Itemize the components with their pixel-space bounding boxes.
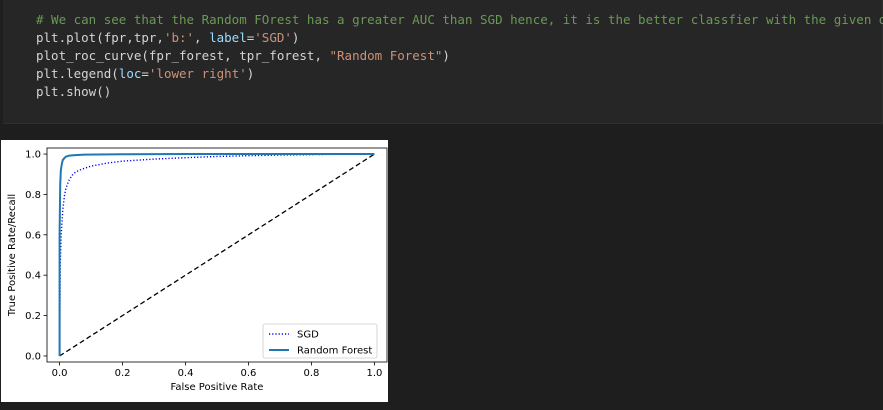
x-axis-label: False Positive Rate: [171, 382, 264, 393]
code-token: ): [246, 66, 255, 81]
y-tick-label: 1.0: [25, 150, 41, 161]
code-token: label: [209, 30, 247, 45]
code-token: plt.plot(fpr,tpr,: [36, 30, 164, 45]
code-token: ): [291, 30, 300, 45]
x-tick-label: 1.0: [366, 368, 382, 379]
code-token: ,: [194, 30, 210, 45]
code-token: 'b:': [163, 30, 195, 45]
code-token: 'lower right': [148, 66, 247, 81]
code-token: "Random Forest": [329, 48, 443, 63]
y-tick-label: 0.8: [25, 190, 41, 201]
code-line: plt.plot(fpr,tpr,'b:', label='SGD'): [36, 29, 299, 47]
y-tick-label: 0.2: [25, 311, 41, 322]
y-tick-label: 0.6: [25, 230, 41, 241]
code-line: plt.legend(loc='lower right'): [36, 65, 254, 83]
code-line: plt.show(): [36, 83, 111, 101]
code-token: plot_roc_curve(fpr_forest, tpr_forest,: [36, 48, 330, 63]
code-token: 'SGD': [254, 30, 292, 45]
x-tick-label: 0.2: [115, 368, 131, 379]
x-tick-label: 0.0: [52, 368, 68, 379]
code-line: plot_roc_curve(fpr_forest, tpr_forest, "…: [36, 47, 450, 65]
y-axis-label: True Positive Rate/Recall: [7, 194, 18, 317]
code-line: # We can see that the Random FOrest has …: [36, 11, 883, 29]
code-cell[interactable]: # We can see that the Random FOrest has …: [3, 0, 883, 124]
y-tick-label: 0.0: [25, 351, 41, 362]
x-tick-label: 0.4: [178, 368, 194, 379]
y-tick-label: 0.4: [25, 271, 41, 282]
roc-curve-chart: 0.0 0.2 0.4 0.6 0.8 1.0 0.0 0.2 0.4 0.6 0.8 1.0 Fals…: [7, 147, 388, 393]
code-token: plt.show(): [36, 84, 112, 99]
legend-label: SGD: [297, 330, 319, 341]
plot-output: 0.0 0.2 0.4 0.6 0.8 1.0 0.0 0.2 0.4 0.6 0.8 1.0 Fals…: [1, 140, 388, 402]
code-token: loc: [118, 66, 142, 81]
code-comment: # We can see that the Random FOrest has …: [36, 12, 883, 27]
legend-label: Random Forest: [297, 346, 372, 357]
x-tick-label: 0.8: [303, 368, 319, 379]
code-token: ): [442, 48, 450, 63]
code-token: =: [141, 66, 149, 81]
code-token: plt.legend(: [36, 66, 119, 81]
x-tick-label: 0.6: [241, 368, 257, 379]
